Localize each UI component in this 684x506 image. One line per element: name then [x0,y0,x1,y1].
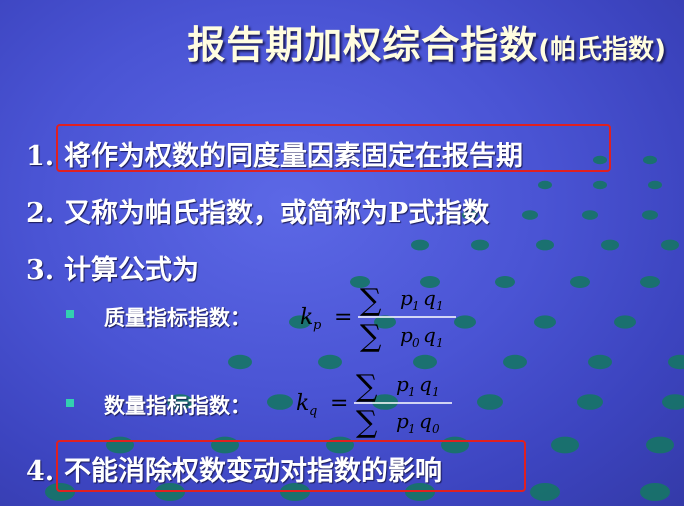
decorative-dot [643,155,657,165]
decorative-dot [662,394,684,410]
decorative-dot [534,315,556,329]
slide-title: 报告期加权综合指数(帕氏指数) [0,14,684,69]
formula-sum-bottom: ∑ [360,319,382,354]
formula-equals: = [330,391,348,416]
list-item-1: 1. 将作为权数的同度量因素固定在报告期 [26,134,523,173]
decorative-dot [642,210,658,220]
formula-equals: = [334,305,352,330]
decorative-dot [646,436,674,454]
formula-sum-top: ∑ [356,369,378,404]
decorative-dot [640,483,670,501]
decorative-dot [601,239,619,251]
decorative-dot [267,394,293,410]
decorative-dot [614,315,636,329]
list-item-4: 4. 不能消除权数变动对指数的影响 [26,449,442,488]
decorative-dot [582,210,598,220]
formula-sum-bottom: ∑ [356,405,378,440]
item-number: 1. [26,141,55,172]
decorative-dot [530,483,560,501]
sub-bullet-2 [66,399,74,407]
sub-item-label-2: 数量指标指数： [104,393,251,418]
decorative-dot [593,180,607,190]
formula-lhs: k [296,391,309,416]
list-item-3: 3. 计算公式为 [26,248,199,287]
sub-bullet-1 [66,310,74,318]
title-main: 报告期加权综合指数 [187,23,539,67]
formula-den-b: q [419,409,432,433]
decorative-dot [648,180,662,190]
list-item-2: 2. 又称为帕氏指数，或简称为P式指数 [26,191,489,230]
decorative-dot [588,354,612,370]
sub-item-label-1: 质量指标指数： [104,305,251,330]
decorative-dot [551,436,579,454]
item-text: 计算公式为 [64,255,199,286]
decorative-dot [668,354,684,370]
item-text: 又称为帕氏指数，或简称为P式指数 [64,198,490,229]
item-text: 不能消除权数变动对指数的影响 [64,456,442,487]
formula-num-a-sub: 1 [412,299,420,313]
formula-den-a-sub: 1 [408,422,416,436]
formula-quantity-index: k q = ∑ p 1 q 1 ∑ p 1 q 0 [296,369,452,440]
title-sub: (帕氏指数) [538,35,666,65]
formula-num-b: q [419,372,432,396]
decorative-dot [538,180,552,190]
item-text: 将作为权数的同度量因素固定在报告期 [64,141,523,172]
formula-den-a-sub: 0 [412,336,420,350]
decorative-dot [522,210,538,220]
slide: 报告期加权综合指数(帕氏指数) 1. 将作为权数的同度量因素固定在报告期 2. 又称… [0,0,684,506]
formula-quality-index: k p = ∑ p 1 q 1 ∑ p 0 q 1 [300,283,456,354]
item-number: 2. [26,198,55,229]
formula-sum-top: ∑ [360,283,382,318]
decorative-dot [570,276,590,288]
decorative-dot [503,354,527,370]
decorative-dot [477,394,503,410]
decorative-dot [640,276,660,288]
formula-num-b-sub: 1 [432,385,440,399]
decorative-dot [661,239,679,251]
formula-lhs-sub: q [309,404,317,419]
decorative-dot [411,239,429,251]
formula-den-b: q [423,323,436,347]
decorative-dot [228,354,252,370]
formula-lhs-sub: p [313,318,322,333]
formula-den-b-sub: 1 [436,336,444,350]
formula-num-a-sub: 1 [408,385,416,399]
formula-den-b-sub: 0 [432,422,440,436]
formula-num-b-sub: 1 [436,299,444,313]
decorative-dot [471,239,489,251]
formula-num-b: q [423,286,436,310]
item-number: 3. [26,255,55,286]
decorative-dot [577,394,603,410]
decorative-dot [495,276,515,288]
item-number: 4. [26,456,55,487]
decorative-dot [536,239,554,251]
formula-lhs: k [300,305,313,330]
